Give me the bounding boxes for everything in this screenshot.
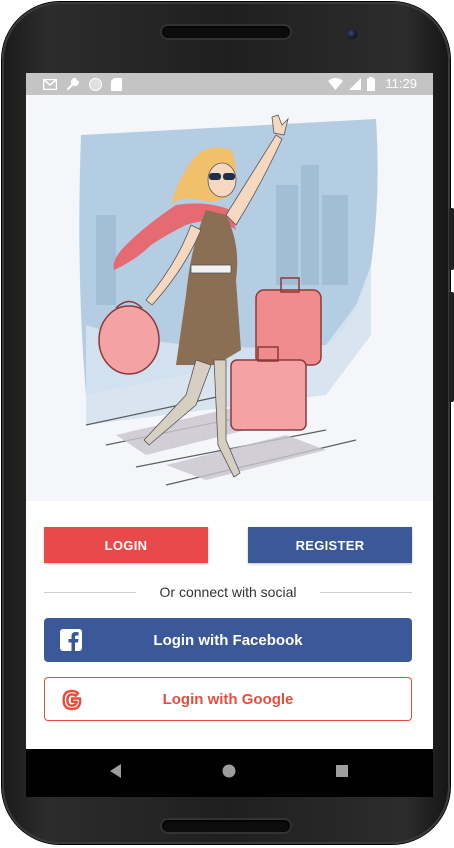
google-login-button[interactable]: Login with Google bbox=[44, 677, 412, 721]
hero-illustration bbox=[26, 95, 433, 501]
bottom-speaker bbox=[162, 820, 290, 832]
navigation-bar bbox=[26, 749, 433, 797]
signal-icon bbox=[349, 77, 362, 90]
wrench-icon bbox=[66, 77, 80, 91]
battery-icon bbox=[367, 76, 376, 91]
volume-button bbox=[449, 292, 454, 402]
front-camera bbox=[347, 29, 357, 39]
status-bar: 11:29 bbox=[26, 73, 433, 95]
register-button[interactable]: REGISTER bbox=[248, 527, 412, 563]
facebook-login-label: Login with Facebook bbox=[153, 631, 303, 649]
status-time: 11:29 bbox=[385, 76, 417, 91]
traveler-illustration bbox=[79, 114, 378, 486]
top-speaker bbox=[162, 26, 290, 38]
circle-icon bbox=[89, 77, 102, 91]
google-icon bbox=[62, 689, 82, 711]
google-login-label: Login with Google bbox=[162, 690, 294, 708]
power-button bbox=[449, 208, 454, 270]
home-icon[interactable] bbox=[222, 764, 236, 778]
recents-icon[interactable] bbox=[336, 765, 348, 777]
facebook-login-button[interactable]: Login with Facebook bbox=[44, 618, 412, 662]
gmail-icon bbox=[43, 78, 57, 90]
social-divider: Or connect with social bbox=[44, 583, 412, 601]
sd-card-icon bbox=[111, 77, 122, 91]
app-screen: 11:29 LOGIN REGISTER Or connect with soc… bbox=[26, 73, 433, 749]
wifi-icon bbox=[328, 77, 344, 90]
back-icon[interactable] bbox=[110, 764, 122, 778]
facebook-icon bbox=[60, 629, 82, 651]
auth-buttons: LOGIN REGISTER bbox=[44, 527, 412, 563]
login-button[interactable]: LOGIN bbox=[44, 527, 208, 563]
divider-line-right bbox=[320, 592, 412, 593]
